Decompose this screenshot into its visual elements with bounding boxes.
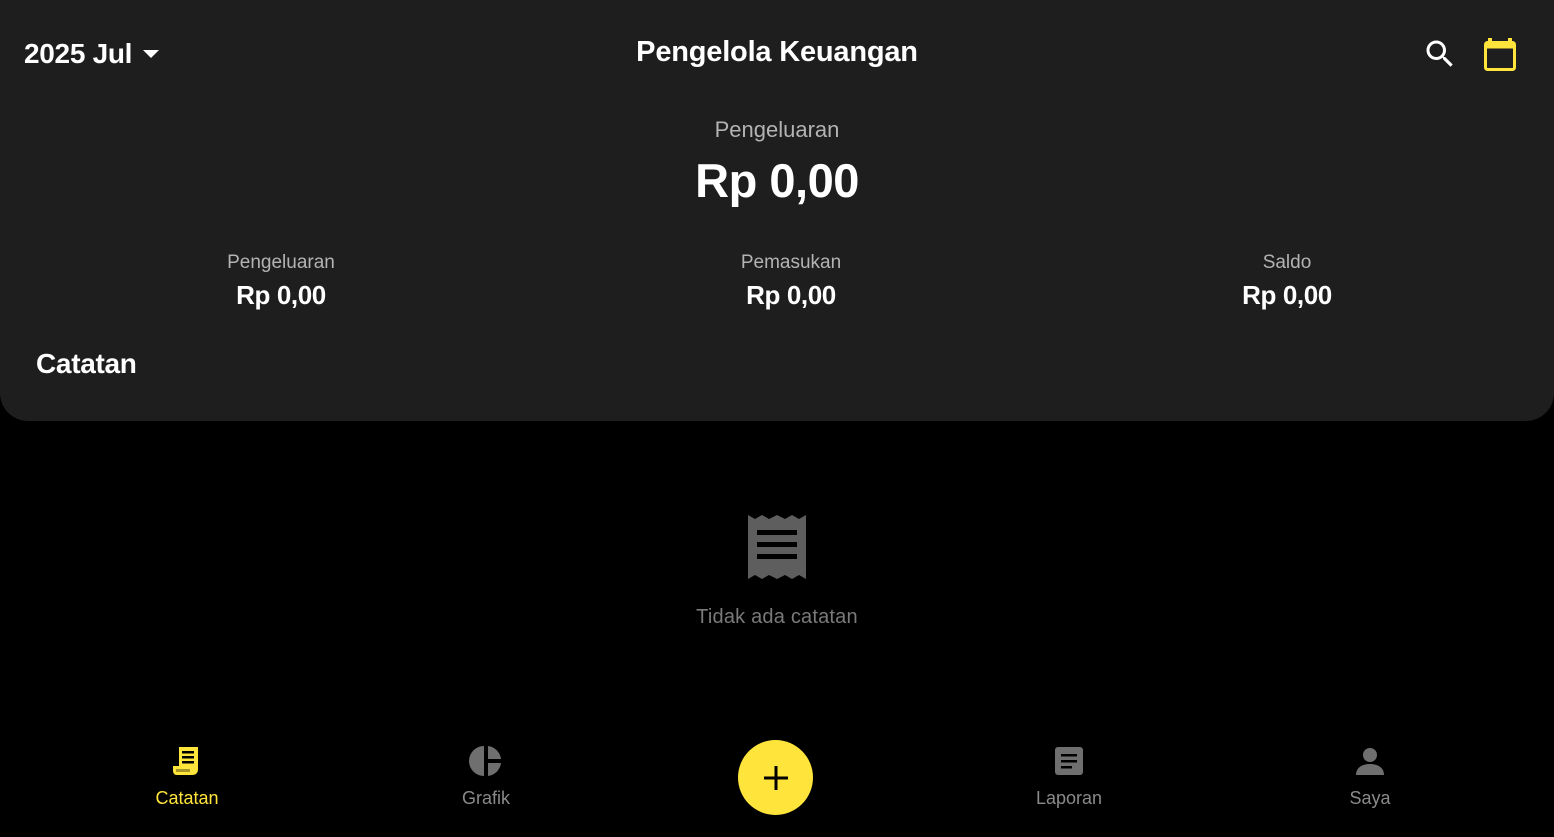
stat-income: Pemasukan Rp 0,00 [641, 252, 941, 311]
stat-expense: Pengeluaran Rp 0,00 [131, 252, 431, 311]
empty-state: Tidak ada catatan [0, 515, 1554, 629]
receipt-icon [748, 515, 806, 579]
nav-item-catatan[interactable]: Catatan [87, 744, 287, 809]
nav-label: Grafik [461, 788, 510, 808]
stat-label: Pengeluaran [227, 252, 335, 273]
section-title: Catatan [36, 348, 137, 379]
main-summary-value: Rp 0,00 [695, 154, 859, 207]
search-icon [1426, 40, 1453, 67]
add-record-button[interactable] [738, 740, 813, 815]
main-summary-label: Pengeluaran [714, 117, 840, 142]
calendar-button[interactable] [1481, 35, 1519, 73]
app-root: 2025 Jul Pengelola Keuangan Pengeluaran … [0, 0, 1554, 837]
summary-panel: 2025 Jul Pengelola Keuangan Pengeluaran … [0, 0, 1554, 421]
person-icon [1356, 748, 1384, 775]
stat-value: Rp 0,00 [1242, 280, 1332, 310]
nav-item-saya[interactable]: Saya [1270, 744, 1470, 809]
page-title: Pengelola Keuangan [636, 36, 918, 68]
plus-icon [763, 765, 788, 790]
search-button[interactable] [1422, 36, 1458, 72]
stat-value: Rp 0,00 [236, 280, 326, 310]
stat-label: Pemasukan [740, 252, 842, 273]
empty-message: Tidak ada catatan [696, 606, 858, 628]
pie-chart-icon [469, 746, 501, 776]
report-icon [1055, 747, 1083, 775]
stat-label: Saldo [1262, 252, 1312, 273]
calendar-icon [1484, 38, 1516, 71]
nav-item-grafik[interactable]: Grafik [386, 744, 586, 809]
nav-label: Saya [1349, 788, 1391, 808]
stat-balance: Saldo Rp 0,00 [1137, 252, 1437, 311]
nav-label: Catatan [155, 788, 219, 808]
main-summary: Pengeluaran Rp 0,00 [0, 117, 1554, 208]
stat-value: Rp 0,00 [746, 280, 836, 310]
nav-item-laporan[interactable]: Laporan [969, 744, 1169, 809]
receipt-icon [173, 747, 198, 775]
nav-label: Laporan [1035, 788, 1103, 808]
